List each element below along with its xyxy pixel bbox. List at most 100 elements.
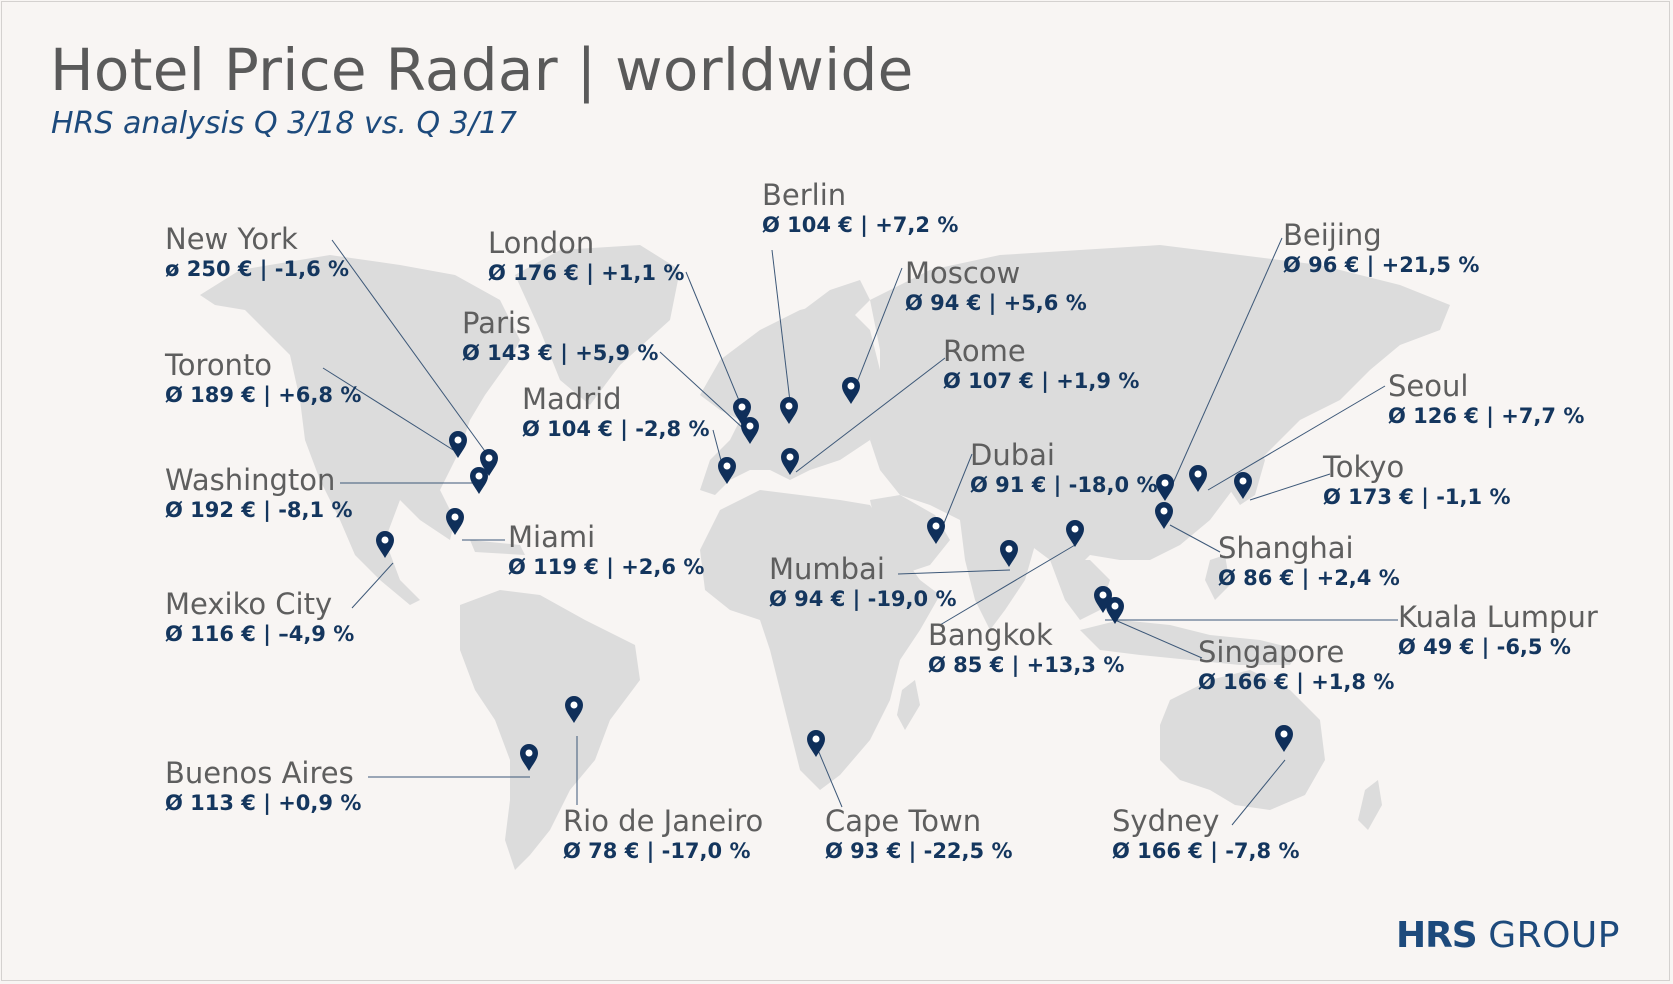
map-pin-dot bbox=[723, 462, 731, 470]
map-pin-dot bbox=[1005, 545, 1013, 553]
map-pin-dot bbox=[785, 402, 793, 410]
logo-bold: HRS bbox=[1395, 915, 1478, 956]
page-subtitle: HRS analysis Q 3/18 vs. Q 3/17 bbox=[51, 106, 518, 141]
hrs-group-logo: HRS GROUP bbox=[1396, 915, 1620, 956]
city-stats: Ø 104 € | +7,2 % bbox=[762, 213, 959, 237]
label-kuala-lumpur: Kuala Lumpur Ø 49 € | -6,5 % bbox=[1398, 600, 1598, 660]
map-pin-dot bbox=[1071, 525, 1079, 533]
map-pin-dot bbox=[451, 513, 459, 521]
map-pin-dot bbox=[525, 749, 533, 757]
city-stats: Ø 113 € | +0,9 % bbox=[165, 791, 362, 815]
city-stats: Ø 49 € | -6,5 % bbox=[1398, 635, 1571, 659]
label-buenos-aires: Buenos Aires Ø 113 € | +0,9 % bbox=[165, 756, 361, 816]
label-seoul: Seoul Ø 126 € | +7,7 % bbox=[1388, 369, 1584, 429]
label-dubai: Dubai Ø 91 € | -18,0 % bbox=[970, 438, 1157, 498]
label-rio-de-janeiro: Rio de Janeiro Ø 78 € | -17,0 % bbox=[563, 804, 763, 864]
map-pin-dot bbox=[847, 382, 855, 390]
city-name: Bangkok bbox=[928, 618, 1053, 652]
map-pin-dot bbox=[454, 436, 462, 444]
city-name: Toronto bbox=[165, 348, 273, 382]
label-toronto: Toronto Ø 189 € | +6,8 % bbox=[165, 348, 361, 408]
label-bangkok: Bangkok Ø 85 € | +13,3 % bbox=[928, 618, 1124, 678]
city-name: London bbox=[488, 226, 595, 260]
city-stats: Ø 176 € | +1,1 % bbox=[488, 261, 685, 285]
map-pin-dot bbox=[932, 522, 940, 530]
city-name: Moscow bbox=[905, 256, 1021, 290]
city-name: Mumbai bbox=[769, 552, 885, 586]
city-stats: Ø 85 € | +13,3 % bbox=[928, 653, 1125, 677]
label-paris: Paris Ø 143 € | +5,9 % bbox=[462, 306, 658, 366]
city-name: Miami bbox=[508, 520, 596, 554]
map-pin-dot bbox=[1161, 479, 1169, 487]
label-beijing: Beijing Ø 96 € | +21,5 % bbox=[1283, 218, 1479, 278]
city-stats: Ø 107 € | +1,9 % bbox=[943, 369, 1140, 393]
label-madrid: Madrid Ø 104 € | -2,8 % bbox=[522, 382, 709, 442]
map-pin-dot bbox=[485, 454, 493, 462]
label-new-york: New York ø 250 € | -1,6 % bbox=[165, 222, 349, 282]
logo-regular: GROUP bbox=[1488, 915, 1620, 956]
label-mumbai: Mumbai Ø 94 € | -19,0 % bbox=[769, 552, 956, 612]
city-name: Sydney bbox=[1112, 804, 1220, 838]
city-stats: Ø 189 € | +6,8 % bbox=[165, 383, 362, 407]
map-pin-dot bbox=[738, 403, 746, 411]
city-name: Paris bbox=[462, 306, 532, 340]
city-name: Singapore bbox=[1198, 635, 1345, 669]
city-stats: Ø 116 € | –4,9 % bbox=[165, 622, 355, 646]
city-name: Cape Town bbox=[825, 804, 982, 838]
label-london: London Ø 176 € | +1,1 % bbox=[488, 226, 684, 286]
land-madagascar bbox=[897, 680, 920, 730]
label-sydney: Sydney Ø 166 € | -7,8 % bbox=[1112, 804, 1299, 864]
city-stats: Ø 119 € | +2,6 % bbox=[508, 555, 705, 579]
city-name: Rio de Janeiro bbox=[563, 804, 764, 838]
city-name: Buenos Aires bbox=[165, 756, 354, 790]
leader-tokyo bbox=[1249, 473, 1331, 501]
city-name: Kuala Lumpur bbox=[1398, 600, 1598, 634]
label-miami: Miami Ø 119 € | +2,6 % bbox=[508, 520, 704, 580]
label-rome: Rome Ø 107 € | +1,9 % bbox=[943, 334, 1139, 394]
page-title: Hotel Price Radar | worldwide bbox=[50, 36, 914, 104]
map-pin-dot bbox=[475, 472, 483, 480]
label-washington: Washington Ø 192 € | -8,1 % bbox=[165, 463, 352, 523]
map-pin-dot bbox=[1239, 477, 1247, 485]
city-stats: Ø 126 € | +7,7 % bbox=[1388, 404, 1585, 428]
map-pin-dot bbox=[1111, 602, 1119, 610]
city-stats: ø 250 € | -1,6 % bbox=[165, 257, 350, 281]
label-moscow: Moscow Ø 94 € | +5,6 % bbox=[905, 256, 1087, 316]
city-name: Madrid bbox=[522, 382, 622, 416]
city-stats: Ø 166 € | -7,8 % bbox=[1112, 839, 1300, 863]
city-stats: Ø 94 € | +5,6 % bbox=[905, 291, 1087, 315]
map-pin-dot bbox=[1194, 470, 1202, 478]
city-stats: Ø 91 € | -18,0 % bbox=[970, 473, 1158, 497]
land-new-zealand bbox=[1358, 780, 1382, 830]
map-pin-dot bbox=[786, 453, 794, 461]
map-pin-dot bbox=[1280, 730, 1288, 738]
city-name: Berlin bbox=[762, 178, 847, 212]
label-shanghai: Shanghai Ø 86 € | +2,4 % bbox=[1218, 531, 1400, 591]
map-pin-dot bbox=[381, 536, 389, 544]
map-pin-dot bbox=[1160, 507, 1168, 515]
label-berlin: Berlin Ø 104 € | +7,2 % bbox=[762, 178, 958, 238]
city-stats: Ø 192 € | -8,1 % bbox=[165, 498, 353, 522]
city-stats: Ø 166 € | +1,8 % bbox=[1198, 670, 1395, 694]
city-name: Beijing bbox=[1283, 218, 1382, 252]
map-pin-icon-washington bbox=[470, 467, 488, 494]
city-name: Seoul bbox=[1388, 369, 1469, 403]
city-stats: Ø 94 € | -19,0 % bbox=[769, 587, 957, 611]
map-pin-dot bbox=[1099, 591, 1107, 599]
label-singapore: Singapore Ø 166 € | +1,8 % bbox=[1198, 635, 1394, 695]
city-name: Rome bbox=[943, 334, 1026, 368]
label-cape-town: Cape Town Ø 93 € | -22,5 % bbox=[825, 804, 1012, 864]
label-mexico-city: Mexiko City Ø 116 € | –4,9 % bbox=[165, 587, 354, 647]
map-pin-dot bbox=[812, 735, 820, 743]
city-name: Mexiko City bbox=[165, 587, 333, 621]
map-pin-dot bbox=[746, 422, 754, 430]
city-stats: Ø 96 € | +21,5 % bbox=[1283, 253, 1480, 277]
city-name: Shanghai bbox=[1218, 531, 1354, 565]
city-stats: Ø 86 € | +2,4 % bbox=[1218, 566, 1400, 590]
label-tokyo: Tokyo Ø 173 € | -1,1 % bbox=[1323, 450, 1510, 510]
city-name: New York bbox=[165, 222, 298, 256]
city-name: Dubai bbox=[970, 438, 1055, 472]
map-pin-dot bbox=[570, 701, 578, 709]
city-name: Tokyo bbox=[1323, 450, 1405, 484]
city-stats: Ø 143 € | +5,9 % bbox=[462, 341, 659, 365]
